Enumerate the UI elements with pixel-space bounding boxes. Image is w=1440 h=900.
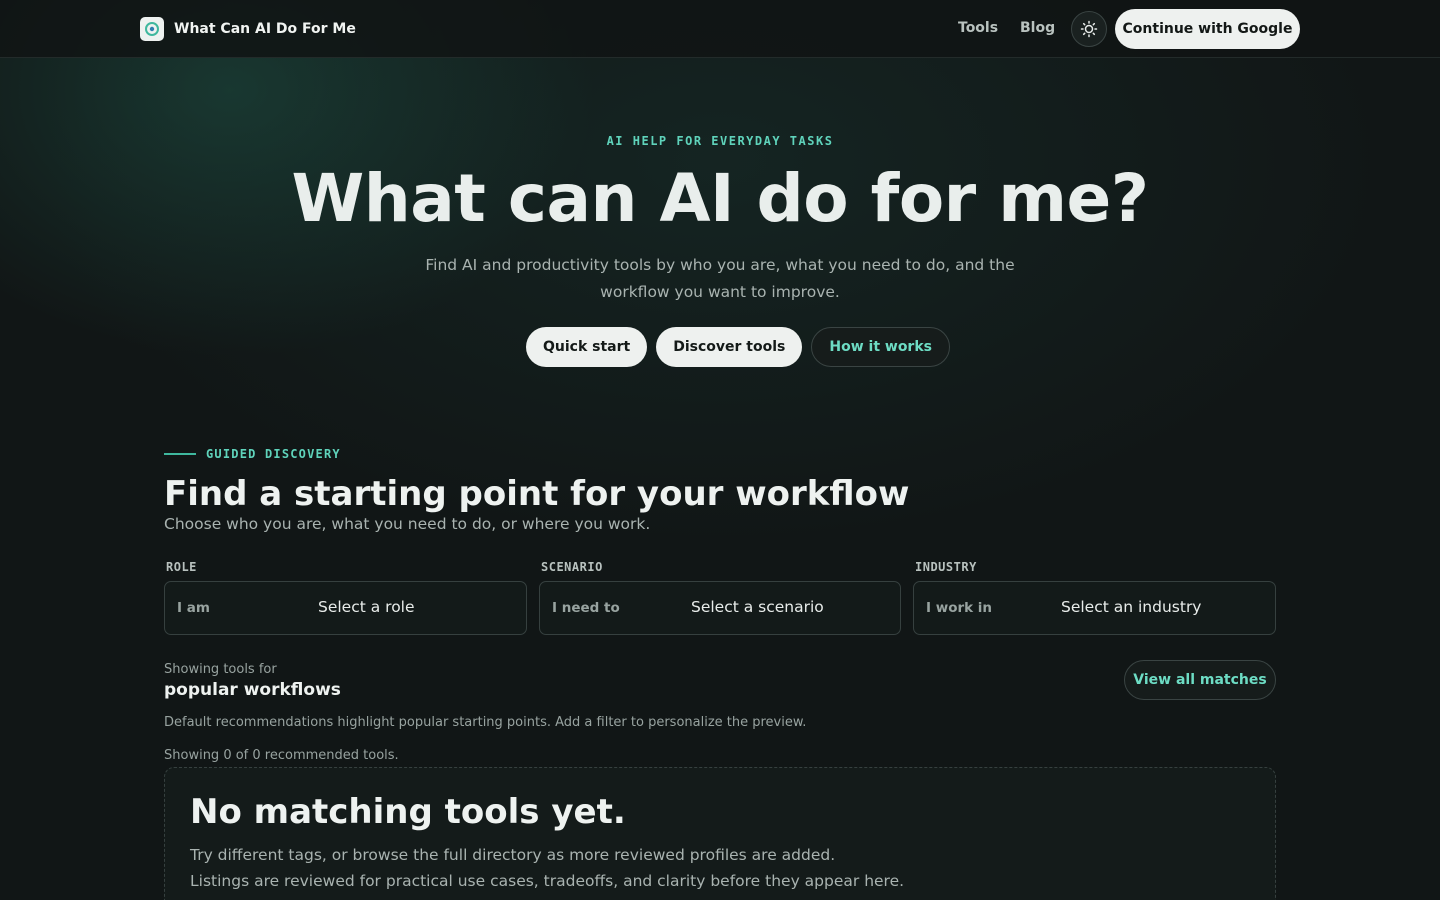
sun-icon: [1080, 20, 1098, 38]
hero-eyebrow: AI HELP FOR EVERYDAY TASKS: [606, 134, 834, 148]
role-filter-label: ROLE: [166, 560, 197, 574]
continue-with-google-button[interactable]: Continue with Google: [1115, 9, 1300, 49]
section-eyebrow: GUIDED DISCOVERY: [164, 447, 341, 461]
hero-title: What can AI do for me?: [291, 160, 1149, 237]
empty-state-title: No matching tools yet.: [190, 792, 626, 832]
showing-for-target: popular workflows: [164, 680, 341, 700]
hero-actions: Quick start Discover tools How it works: [526, 327, 950, 367]
default-recommendations-note: Default recommendations highlight popula…: [164, 715, 807, 730]
industry-select-value: Select an industry: [1061, 598, 1202, 616]
hero-subtitle: Find AI and productivity tools by who yo…: [425, 256, 1015, 301]
how-it-works-button[interactable]: How it works: [811, 327, 950, 367]
brand-link[interactable]: What Can AI Do For Me: [140, 17, 356, 41]
logo-icon: [140, 17, 164, 41]
role-select-prefix: I am: [177, 600, 210, 616]
role-select-value: Select a role: [318, 598, 415, 616]
theme-toggle-button[interactable]: [1071, 11, 1107, 47]
brand-name: What Can AI Do For Me: [174, 21, 356, 37]
scenario-select-prefix: I need to: [552, 600, 620, 616]
view-all-matches-button[interactable]: View all matches: [1124, 660, 1276, 700]
eyebrow-divider: [164, 453, 196, 455]
industry-select[interactable]: I work in Select an industry: [913, 581, 1276, 635]
section-title: Find a starting point for your workflow: [164, 474, 910, 514]
top-nav-bar: What Can AI Do For Me Tools Blog Continu…: [0, 0, 1440, 58]
role-filter: ROLE I am Select a role: [164, 560, 527, 635]
scenario-select[interactable]: I need to Select a scenario: [539, 581, 901, 635]
scenario-filter: SCENARIO I need to Select a scenario: [539, 560, 901, 635]
results-count: Showing 0 of 0 recommended tools.: [164, 748, 399, 763]
section-eyebrow-label: GUIDED DISCOVERY: [206, 447, 341, 461]
role-select[interactable]: I am Select a role: [164, 581, 527, 635]
quick-start-button[interactable]: Quick start: [526, 327, 648, 367]
nav-link-tools[interactable]: Tools: [958, 20, 998, 36]
empty-state-line-1: Try different tags, or browse the full d…: [190, 846, 836, 864]
empty-state-line-2: Listings are reviewed for practical use …: [190, 872, 905, 890]
industry-filter-label: INDUSTRY: [915, 560, 977, 574]
section-subtitle: Choose who you are, what you need to do,…: [164, 515, 651, 533]
showing-for-label: Showing tools for: [164, 662, 277, 677]
industry-select-prefix: I work in: [926, 600, 993, 616]
scenario-filter-label: SCENARIO: [541, 560, 603, 574]
discover-tools-button[interactable]: Discover tools: [656, 327, 803, 367]
scenario-select-value: Select a scenario: [691, 598, 824, 616]
nav-link-blog[interactable]: Blog: [1020, 20, 1055, 36]
empty-state-card: No matching tools yet. Try different tag…: [164, 767, 1276, 900]
industry-filter: INDUSTRY I work in Select an industry: [913, 560, 1276, 635]
